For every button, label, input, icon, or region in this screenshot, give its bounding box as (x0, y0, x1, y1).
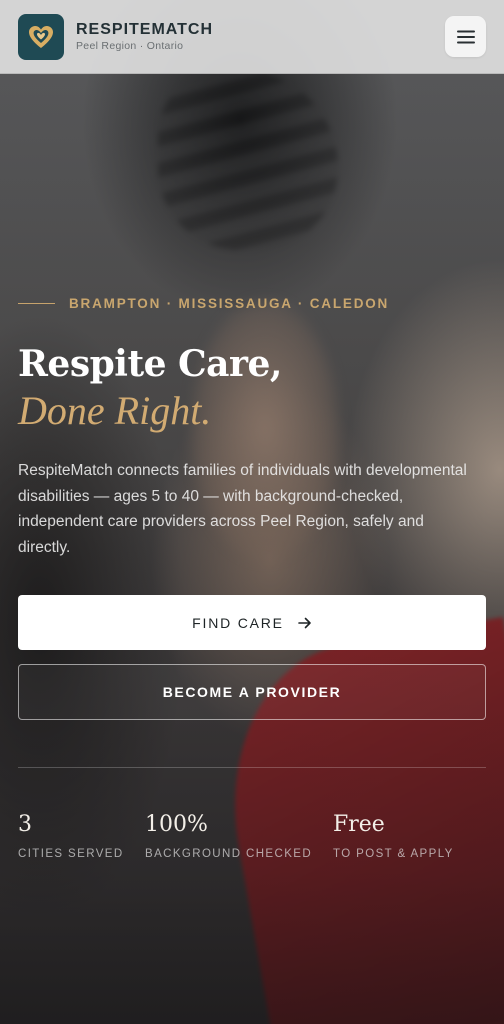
become-provider-label: BECOME A PROVIDER (162, 684, 342, 700)
brand-logo[interactable] (18, 14, 64, 60)
hero-headline: Respite Care, (18, 343, 282, 385)
stat-value: 100% (145, 812, 208, 837)
stat-label: CITIES SERVED (18, 848, 124, 860)
become-provider-button[interactable]: BECOME A PROVIDER (18, 664, 486, 720)
hamburger-menu-icon (456, 30, 475, 43)
heart-icon (29, 26, 53, 48)
find-care-label: FIND CARE (192, 614, 284, 631)
brand-region: Peel Region · Ontario (76, 40, 184, 52)
stat-value: Free (333, 812, 385, 837)
stat-free: Free TO POST & APPLY (333, 810, 454, 860)
arrow-right-icon (298, 617, 311, 628)
hero-description: RespiteMatch connects families of indivi… (18, 462, 467, 556)
brand-name[interactable]: RESPITEMATCH (76, 21, 213, 39)
service-area-eyebrow: BRAMPTON · MISSISSAUGA · CALEDON (69, 296, 390, 311)
stat-value: 3 (18, 812, 32, 837)
top-navigation-bar: RESPITEMATCH Peel Region · Ontario (0, 0, 504, 74)
menu-button[interactable] (445, 16, 486, 57)
stat-cities: 3 CITIES SERVED (18, 810, 124, 860)
hero-headline-accent: Done Right. (18, 388, 212, 433)
eyebrow-divider-line (18, 303, 55, 304)
stat-background-checked: 100% BACKGROUND CHECKED (145, 810, 312, 860)
stats-divider (18, 767, 486, 768)
find-care-button[interactable]: FIND CARE (18, 595, 486, 650)
stat-label: BACKGROUND CHECKED (145, 848, 313, 860)
stat-label: TO POST & APPLY (333, 848, 454, 860)
